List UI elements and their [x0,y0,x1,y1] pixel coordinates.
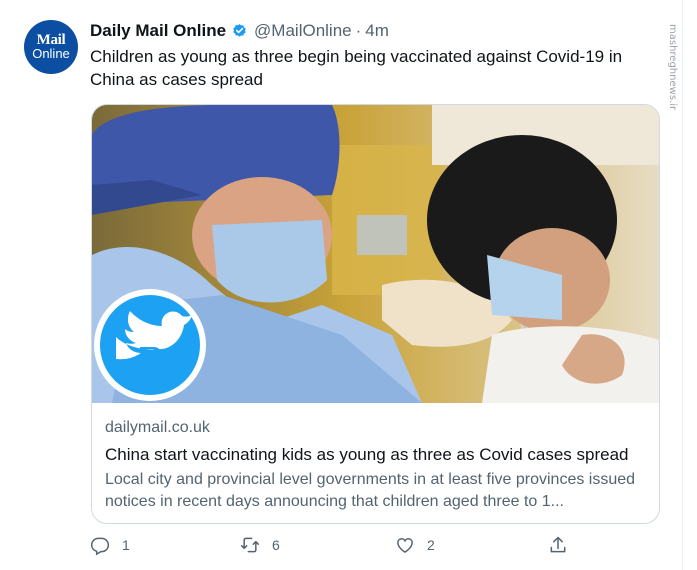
like-icon [397,538,413,553]
tweet-header: Daily Mail Online @MailOnline · 4m [90,20,389,42]
card-description: Local city and provincial level governme… [105,471,636,510]
avatar-line2: Online [32,46,70,61]
watermark: mashreghnews.ir [667,24,678,111]
like-count: 2 [427,537,435,553]
card-title: China start vaccinating kids as young as… [105,445,629,464]
card-photo: P [92,105,659,403]
retweet-icon [240,537,260,553]
avatar-line1: Mail [36,32,66,48]
right-frame [682,0,697,570]
like-button[interactable]: 2 [395,535,435,555]
reply-button[interactable]: 1 [90,535,130,555]
reply-count: 1 [122,537,130,553]
watermark-text: mashreghnews.ir [667,24,678,111]
reply-icon [90,537,110,555]
separator-dot: · [355,21,362,40]
avatar[interactable]: Mail Online [24,20,78,74]
tweet-time[interactable]: 4m [365,20,389,42]
card-domain: dailymail.co.uk [105,419,210,436]
verified-badge-icon [233,23,246,37]
author-name[interactable]: Daily Mail Online [90,20,226,42]
retweet-button[interactable]: 6 [240,535,280,555]
author-handle[interactable]: @MailOnline [254,20,352,42]
share-button[interactable] [548,535,568,555]
retweet-count: 6 [272,537,280,553]
tweet-actions: 1 6 2 [90,535,580,561]
link-card[interactable]: P dailymail.co.uk China start vaccinatin… [91,104,660,524]
svg-text:P: P [134,340,162,384]
tweet-text: Children as young as three begin being v… [90,47,623,89]
share-icon [550,536,566,553]
card-meta: dailymail.co.uk China start vaccinating … [105,417,650,513]
